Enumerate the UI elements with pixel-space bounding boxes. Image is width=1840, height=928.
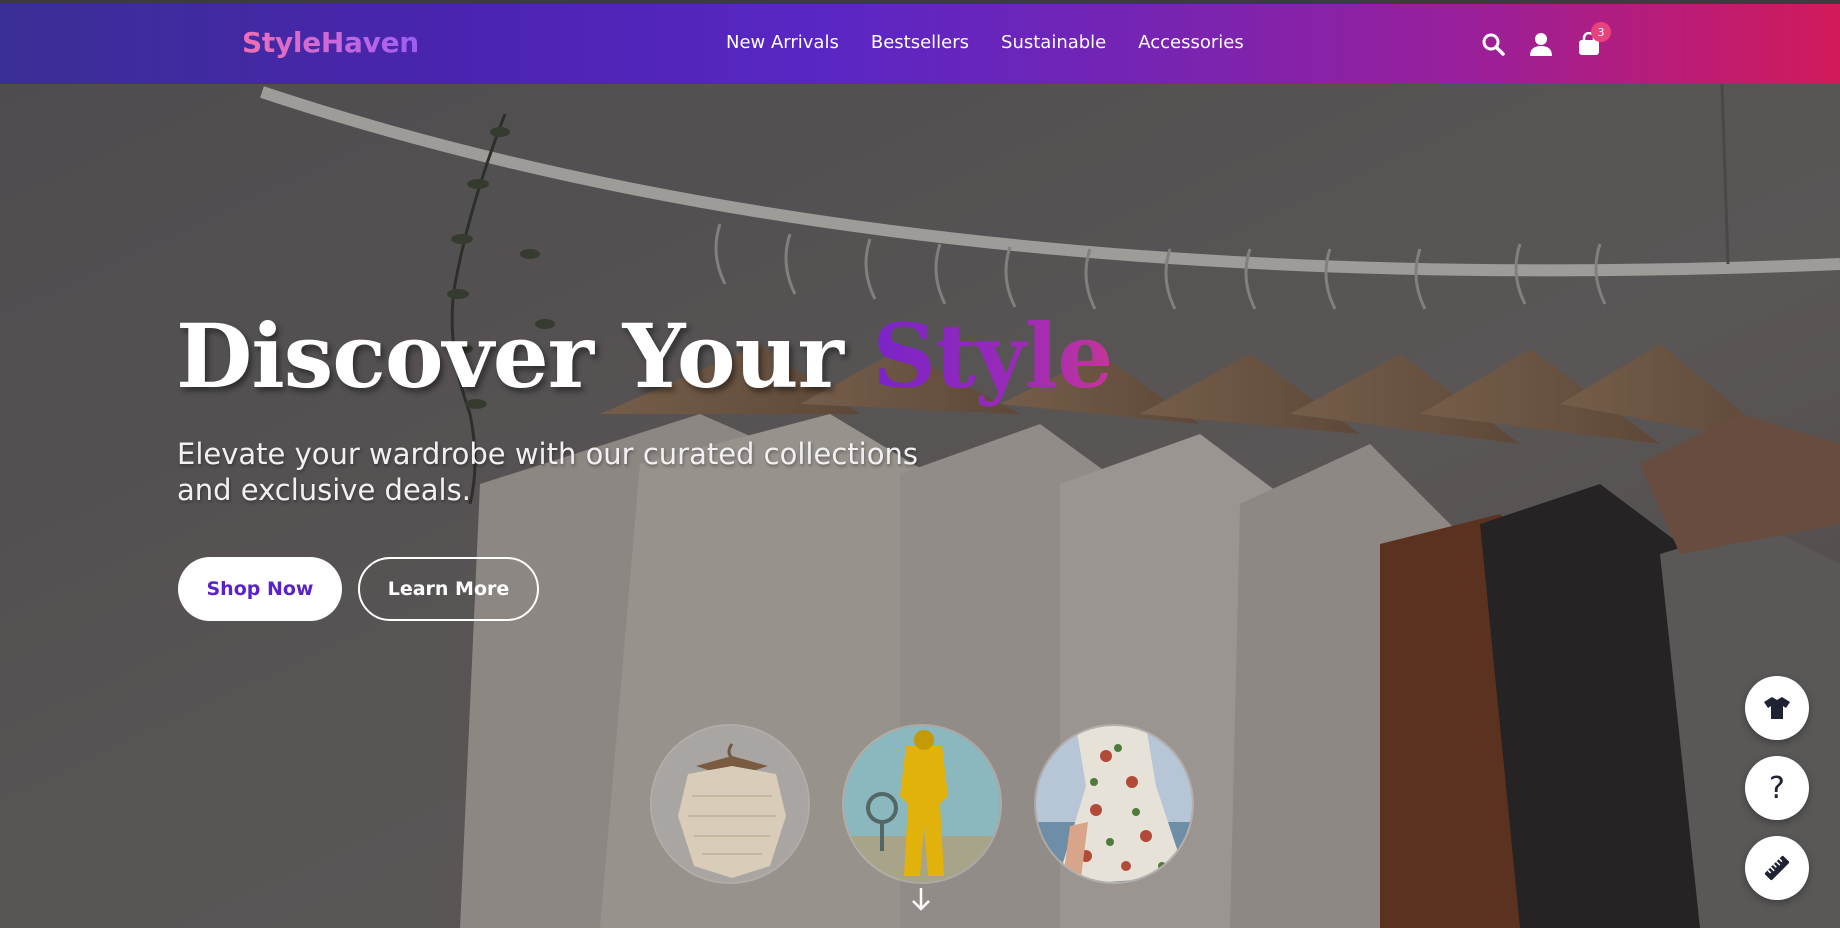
hero-title: Discover Your Style	[176, 312, 1113, 400]
nav-link-new-arrivals[interactable]: New Arrivals	[726, 32, 839, 53]
user-icon[interactable]	[1528, 30, 1554, 58]
floral-dress-thumbnail[interactable]	[1034, 724, 1194, 884]
main-nav: New Arrivals Bestsellers Sustainable Acc…	[726, 32, 1244, 53]
cart-count-badge: 3	[1591, 22, 1611, 42]
learn-more-button[interactable]: Learn More	[358, 557, 539, 621]
nav-link-accessories[interactable]: Accessories	[1138, 32, 1244, 53]
hero-title-accent: Style	[872, 304, 1114, 408]
help-icon: ?	[1769, 770, 1785, 806]
scroll-down-arrow-icon[interactable]	[909, 886, 933, 912]
nav-actions: 3	[1480, 22, 1611, 58]
shop-now-button[interactable]: Shop Now	[178, 557, 342, 621]
shopping-bag-icon[interactable]: 3	[1576, 22, 1611, 58]
ruler-icon[interactable]	[1745, 836, 1809, 900]
nav-link-bestsellers[interactable]: Bestsellers	[871, 32, 969, 53]
nav-link-sustainable[interactable]: Sustainable	[1001, 32, 1106, 53]
brand-logo[interactable]: StyleHaven	[242, 26, 419, 59]
tshirt-icon[interactable]	[1745, 676, 1809, 740]
search-icon[interactable]	[1480, 30, 1506, 58]
help-button[interactable]: ?	[1745, 756, 1809, 820]
top-navbar: StyleHaven New Arrivals Bestsellers Sust…	[0, 4, 1840, 84]
hero-title-main: Discover Your	[176, 304, 873, 408]
hero-subtitle: Elevate your wardrobe with our curated c…	[177, 437, 918, 507]
yellow-tracksuit-thumbnail[interactable]	[842, 724, 1002, 884]
page: StyleHaven New Arrivals Bestsellers Sust…	[0, 0, 1840, 928]
knit-top-thumbnail[interactable]	[650, 724, 810, 884]
